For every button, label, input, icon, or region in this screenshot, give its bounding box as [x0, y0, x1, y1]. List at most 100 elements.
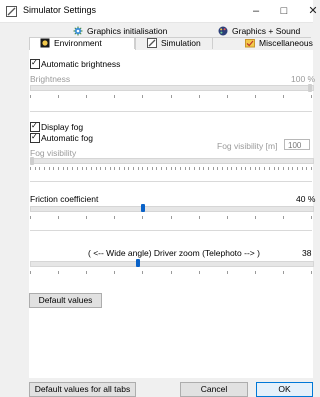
slider-tick — [245, 167, 246, 170]
slider-tick — [199, 167, 200, 170]
driver-zoom-slider-thumb[interactable] — [135, 259, 140, 267]
ok-button[interactable]: OK — [256, 382, 313, 397]
slider-tick — [39, 167, 40, 170]
automatic-fog-label: Automatic fog — [41, 133, 93, 143]
slider-tick — [269, 167, 270, 170]
slider-tick — [142, 271, 143, 274]
minimize-button[interactable]: – — [245, 3, 267, 19]
slider-tick — [166, 167, 167, 170]
friction-slider-ticks — [30, 216, 312, 220]
slider-tick — [250, 167, 251, 170]
slider-tick — [30, 271, 31, 274]
environment-panel — [29, 50, 313, 378]
slider-tick — [288, 167, 289, 170]
default-values-button[interactable]: Default values — [29, 293, 102, 308]
fog-visibility-field-label: Fog visibility [m] — [217, 141, 278, 151]
slider-tick — [58, 167, 59, 170]
automatic-brightness-checkbox[interactable] — [30, 58, 40, 69]
slider-tick — [35, 167, 36, 170]
slider-tick — [255, 95, 256, 98]
display-fog-checkbox[interactable] — [30, 121, 40, 132]
cancel-button[interactable]: Cancel — [180, 382, 248, 397]
slider-tick — [72, 167, 73, 170]
tab-label: Graphics + Sound — [232, 26, 301, 36]
slider-tick — [311, 95, 312, 98]
slider-tick — [171, 167, 172, 170]
slider-tick — [283, 271, 284, 274]
slider-tick — [264, 167, 265, 170]
slider-tick — [171, 95, 172, 98]
fog-visibility-slider-ticks — [30, 167, 312, 171]
maximize-button[interactable]: □ — [273, 3, 295, 19]
friction-coefficient-label: Friction coefficient — [30, 194, 99, 204]
slider-tick — [58, 95, 59, 98]
tab-miscellaneous[interactable]: Miscellaneous — [245, 38, 313, 49]
slider-tick — [138, 167, 139, 170]
fog-visibility-input[interactable]: 100 — [284, 139, 310, 150]
slider-tick — [49, 167, 50, 170]
tab-simulation[interactable]: Simulation — [147, 38, 201, 49]
slider-tick — [283, 216, 284, 219]
slider-tick — [199, 95, 200, 98]
slider-tick — [231, 167, 232, 170]
slider-tick — [311, 167, 312, 170]
slider-tick — [199, 216, 200, 219]
close-button[interactable]: ✕ — [302, 3, 320, 19]
tab-label: Environment — [54, 38, 102, 48]
brightness-slider-track[interactable] — [30, 85, 314, 91]
slider-tick — [194, 167, 195, 170]
app-icon — [6, 6, 17, 17]
window-title: Simulator Settings — [23, 5, 97, 15]
slider-tick — [213, 167, 214, 170]
slider-tick — [255, 271, 256, 274]
tab-label: Graphics initialisation — [87, 26, 168, 36]
slider-tick — [189, 167, 190, 170]
friction-coefficient-value: 40 % — [296, 194, 316, 204]
tab-environment[interactable]: Environment — [40, 38, 102, 49]
fog-visibility-label: Fog visibility — [30, 148, 77, 158]
friction-slider-thumb[interactable] — [141, 204, 146, 212]
slider-tick — [30, 167, 31, 170]
slider-tick — [114, 271, 115, 274]
section-divider — [30, 181, 312, 182]
slider-tick — [171, 216, 172, 219]
slider-tick — [114, 216, 115, 219]
tab-graphics-sound[interactable]: Graphics + Sound — [218, 26, 300, 37]
default-values-all-tabs-button[interactable]: Default values for all tabs — [29, 382, 136, 397]
slider-tick — [274, 167, 275, 170]
slider-tick — [259, 167, 260, 170]
tab-graphics-initialisation[interactable]: Graphics initialisation — [73, 26, 167, 37]
slider-tick — [63, 167, 64, 170]
slider-tick — [227, 271, 228, 274]
slider-tick — [86, 271, 87, 274]
fog-visibility-slider-thumb[interactable] — [30, 157, 34, 165]
slider-tick — [100, 167, 101, 170]
brightness-label: Brightness — [30, 74, 71, 84]
tab-label: Simulation — [161, 38, 201, 48]
slider-tick — [53, 167, 54, 170]
friction-slider-track[interactable] — [30, 206, 314, 212]
driver-zoom-slider-track[interactable] — [30, 261, 314, 267]
slider-tick — [124, 167, 125, 170]
brightness-value: 100 % — [291, 74, 316, 84]
slider-tick — [222, 167, 223, 170]
slider-tick — [175, 167, 176, 170]
fog-visibility-slider-track[interactable] — [30, 158, 314, 164]
palette-icon — [218, 26, 228, 36]
slider-tick — [110, 167, 111, 170]
sun-icon — [40, 38, 50, 48]
slider-tick — [199, 271, 200, 274]
automatic-fog-checkbox[interactable] — [30, 132, 40, 143]
slider-tick — [67, 167, 68, 170]
brightness-slider-ticks — [30, 95, 312, 99]
slider-tick — [86, 95, 87, 98]
slider-tick — [30, 216, 31, 219]
slider-tick — [311, 271, 312, 274]
brightness-slider-thumb[interactable] — [308, 84, 312, 92]
slider-tick — [128, 167, 129, 170]
misc-icon — [245, 39, 255, 48]
slider-tick — [114, 95, 115, 98]
slider-tick — [306, 167, 307, 170]
slider-tick — [142, 167, 143, 170]
gear-icon — [73, 26, 83, 36]
